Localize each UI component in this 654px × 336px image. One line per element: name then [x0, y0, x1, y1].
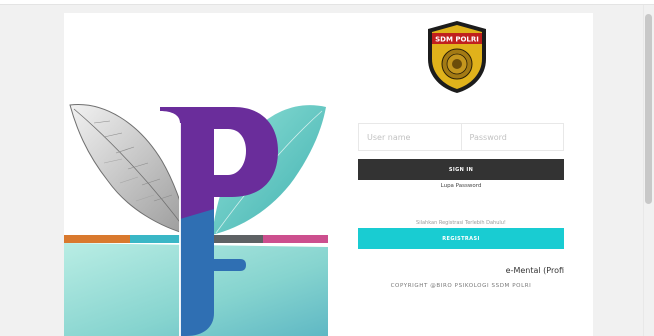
psychology-logo: [64, 13, 328, 336]
psi-logo-graphic: [64, 104, 328, 336]
stripe-orange: [64, 235, 130, 243]
sign-in-button[interactable]: SIGN IN: [358, 159, 564, 180]
sdm-polri-badge-icon: SDM POLRI: [428, 21, 486, 93]
username-input[interactable]: [359, 124, 461, 150]
left-feather-icon: [69, 104, 191, 236]
forgot-password-link[interactable]: Lupa Password: [358, 183, 564, 189]
login-form-pane: SDM POLRI SIGN IN Lupa Password Silahkan…: [328, 13, 593, 336]
scrollbar-thumb[interactable]: [645, 14, 652, 204]
stripe-gray: [209, 235, 263, 243]
scrolling-marquee-text: e-Mental (Profi: [505, 266, 564, 275]
stripe-pink: [263, 235, 328, 243]
copyright-text: COPYRIGHT @BIRO PSIKOLOGI SSDM POLRI: [390, 283, 532, 289]
password-input[interactable]: [461, 124, 563, 150]
psi-stem: [180, 209, 214, 336]
register-button[interactable]: REGISTRASI: [358, 228, 564, 249]
credentials-row: [358, 123, 564, 151]
registration-note: Silahkan Registrasi Terlebih Dahulu!: [416, 220, 506, 226]
browser-top-strip: [0, 0, 654, 5]
stripe-cyan: [130, 235, 185, 243]
badge-text: SDM POLRI: [435, 36, 479, 44]
login-card: SDM POLRI SIGN IN Lupa Password Silahkan…: [64, 13, 593, 336]
